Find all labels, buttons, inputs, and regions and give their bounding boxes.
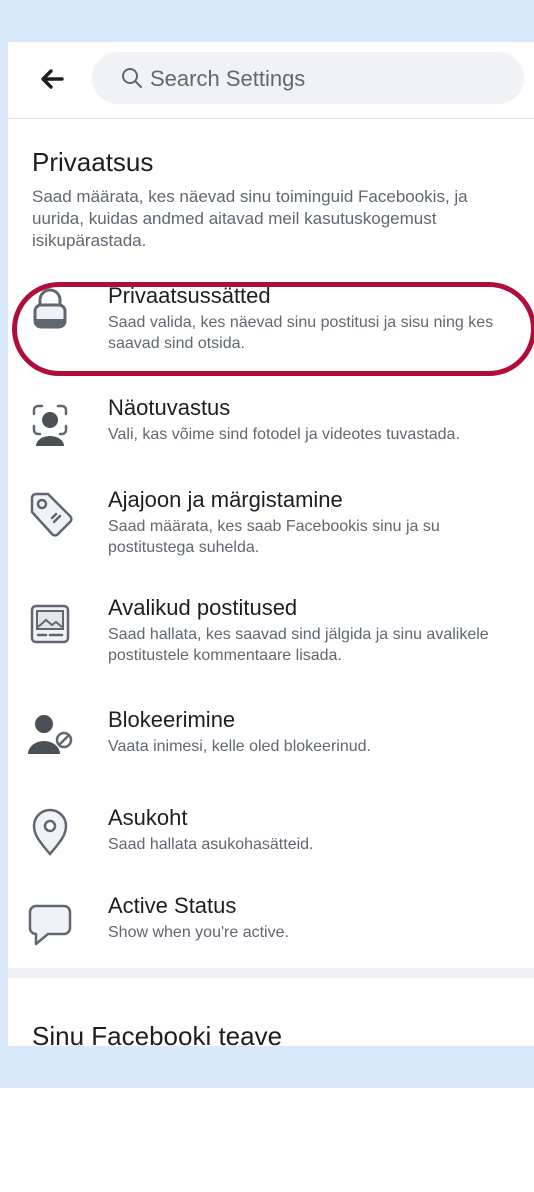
item-description: Saad hallata, kes saavad sind jälgida ja… bbox=[108, 626, 489, 664]
frame-top bbox=[0, 0, 534, 42]
item-title: Ajajoon ja märgistamine bbox=[108, 487, 343, 512]
highlight-annotation bbox=[12, 282, 534, 376]
search-input[interactable]: Search Settings bbox=[92, 52, 524, 104]
settings-item-public-posts[interactable]: Avalikud postitused Saad hallata, kes sa… bbox=[8, 594, 534, 674]
face-recognition-icon bbox=[32, 404, 68, 446]
item-title: Asukoht bbox=[108, 805, 188, 830]
section-title-your-information: Sinu Facebooki teave bbox=[32, 1021, 283, 1046]
top-bar: Search Settings bbox=[8, 42, 534, 119]
section-title: Privaatsus bbox=[32, 147, 154, 177]
frame-left bbox=[0, 42, 8, 1046]
item-description: Vaata inimesi, kelle oled blokeerinud. bbox=[108, 738, 371, 755]
section-description: Saad määrata, kes näevad sinu toiminguid… bbox=[32, 187, 468, 250]
settings-screen: Search Settings Privaatsus Saad määrata,… bbox=[8, 42, 534, 1046]
item-description: Show when you're active. bbox=[108, 924, 289, 941]
settings-item-active-status[interactable]: Active Status Show when you're active. bbox=[8, 892, 534, 952]
blocked-user-icon bbox=[28, 715, 73, 754]
item-title: Blokeerimine bbox=[108, 707, 236, 732]
item-description: Saad määrata, kes saab Facebookis sinu j… bbox=[108, 518, 440, 556]
location-pin-icon bbox=[32, 808, 68, 856]
settings-item-timeline-tagging[interactable]: Ajajoon ja märgistamine Saad määrata, ke… bbox=[8, 486, 534, 566]
settings-item-location[interactable]: Asukoht Saad hallata asukohasätteid. bbox=[8, 804, 534, 864]
chat-bubble-icon bbox=[28, 904, 72, 946]
item-description: Vali, kas võime sind fotodel ja videotes… bbox=[108, 426, 460, 443]
item-title: Avalikud postitused bbox=[108, 595, 298, 620]
privacy-section: Privaatsus Saad määrata, kes näevad sinu… bbox=[32, 146, 512, 252]
public-posts-icon bbox=[30, 604, 70, 644]
section-divider bbox=[8, 968, 534, 978]
item-title: Näotuvastus bbox=[108, 395, 231, 420]
item-title: Active Status bbox=[108, 893, 237, 918]
back-arrow-icon[interactable] bbox=[36, 64, 66, 94]
settings-item-face-recognition[interactable]: Näotuvastus Vali, kas võime sind fotodel… bbox=[8, 394, 534, 454]
search-placeholder: Search Settings bbox=[150, 66, 306, 91]
tag-icon bbox=[30, 492, 73, 537]
settings-item-blocking[interactable]: Blokeerimine Vaata inimesi, kelle oled b… bbox=[8, 706, 534, 766]
search-icon bbox=[122, 68, 142, 88]
frame-bottom bbox=[0, 1046, 534, 1088]
item-description: Saad hallata asukohasätteid. bbox=[108, 836, 314, 853]
